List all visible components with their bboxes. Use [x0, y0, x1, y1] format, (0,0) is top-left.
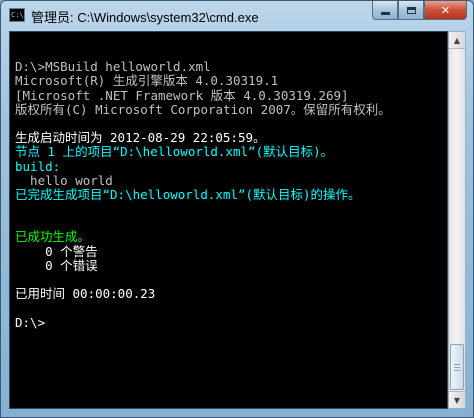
caption-buttons: ✕	[372, 1, 467, 21]
maximize-icon	[406, 6, 416, 14]
scroll-up-icon: ▲	[453, 35, 461, 45]
scroll-down-button[interactable]: ▼	[449, 391, 465, 408]
console-line: 0 个错误	[15, 257, 98, 273]
close-icon: ✕	[440, 3, 451, 17]
thumb-grip-line	[454, 370, 460, 371]
minimize-button[interactable]	[372, 1, 398, 20]
close-button[interactable]: ✕	[424, 1, 467, 20]
minimize-icon	[380, 11, 390, 15]
vertical-scrollbar[interactable]: ▲ ▼	[448, 31, 466, 409]
console-line: Microsoft(R) 生成引擎版本 4.0.30319.1	[15, 73, 279, 89]
scroll-up-button[interactable]: ▲	[449, 32, 465, 49]
scrollbar-thumb[interactable]	[450, 344, 464, 390]
console-lines: D:\>MSBuild helloworld.xml Microsoft(R) 生…	[15, 46, 391, 330]
window-title: 管理员: C:\Windows\system32\cmd.exe	[31, 10, 259, 25]
cmd-window: C:\ 管理员: C:\Windows\system32\cmd.exe ✕ D…	[0, 0, 474, 418]
console-line: 0 个警告	[15, 243, 98, 259]
console-line: 版权所有(C) Microsoft Corporation 2007。保留所有权…	[15, 101, 391, 117]
thumb-grip-line	[454, 364, 460, 365]
console-line: 节点 1 上的项目“D:\helloworld.xml”(默认目标)。	[15, 144, 334, 160]
console-line: D:\>	[15, 314, 46, 330]
console-line: 已成功生成。	[15, 229, 91, 245]
thumb-grip-line	[454, 367, 460, 368]
maximize-button[interactable]	[398, 1, 424, 20]
console-line: 已完成生成项目“D:\helloworld.xml”(默认目标)的操作。	[15, 186, 361, 202]
console-line: build:	[15, 158, 61, 174]
cmd-app-icon[interactable]: C:\	[9, 8, 25, 22]
console-line: D:\>MSBuild helloworld.xml	[15, 59, 211, 75]
console-output[interactable]: D:\>MSBuild helloworld.xml Microsoft(R) 生…	[9, 31, 448, 409]
console-line: hello world	[15, 172, 113, 188]
title-bar[interactable]: C:\ 管理员: C:\Windows\system32\cmd.exe ✕	[1, 1, 473, 31]
scroll-down-icon: ▼	[453, 395, 461, 405]
console-line: [Microsoft .NET Framework 版本 4.0.30319.2…	[15, 87, 349, 103]
console-line: 已用时间 00:00:00.23	[15, 286, 156, 302]
console-line: 生成启动时间为 2012-08-29 22:05:59。	[15, 130, 266, 146]
